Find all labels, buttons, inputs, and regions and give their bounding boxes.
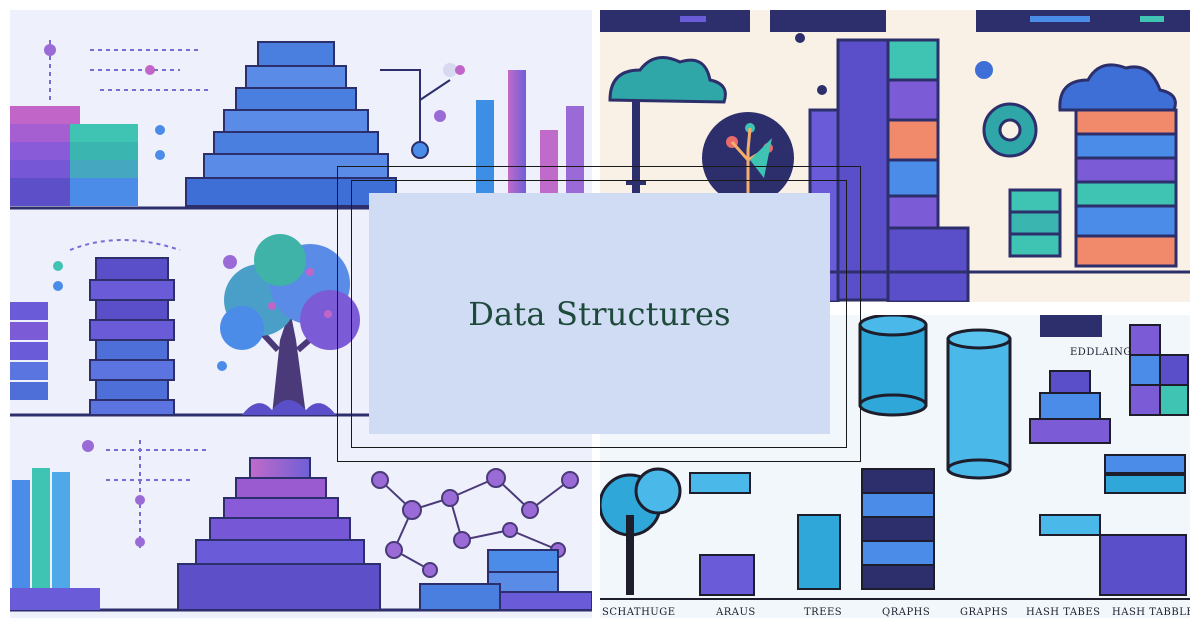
database-cylinder-left	[858, 315, 928, 417]
caption-2: ARAUS	[715, 607, 756, 618]
cloud-database-icon	[1058, 63, 1178, 268]
bar-graph-bottom	[10, 468, 100, 610]
server-stack	[797, 468, 935, 590]
caption-5: GRAPHS	[960, 607, 1008, 618]
caption-4: QRAPHS	[882, 607, 930, 618]
caption-7: HASH TABBLES	[1112, 607, 1190, 618]
sticker-label: EDDLAING	[1070, 347, 1132, 358]
hash-table-rows	[689, 454, 1187, 596]
gear-icon	[982, 102, 1038, 158]
caption-1: SCHATHUGE	[602, 607, 676, 618]
stacked-array-blocks	[10, 106, 138, 206]
caption-row: SCHATHUGE ARAUS TREES QRAPHS GRAPHS HASH…	[602, 607, 1190, 618]
cube-stack	[1129, 324, 1189, 416]
caption-3: TREES	[804, 607, 842, 618]
middle-stack	[89, 257, 175, 416]
database-cylinder-center	[946, 328, 1012, 480]
title-card: Data Structures	[369, 193, 830, 434]
tree-icon-bottom	[600, 467, 682, 595]
caption-6: HASH TABES	[1026, 607, 1101, 618]
grid-blocks-bottom	[419, 549, 592, 611]
page-title: Data Structures	[468, 294, 731, 333]
block-pyramid	[1029, 370, 1111, 444]
database-cylinder-top	[1040, 315, 1102, 337]
small-stack-right	[1008, 188, 1062, 258]
left-edge-stack	[10, 302, 48, 400]
pyramid-heap-bottom	[177, 457, 381, 611]
